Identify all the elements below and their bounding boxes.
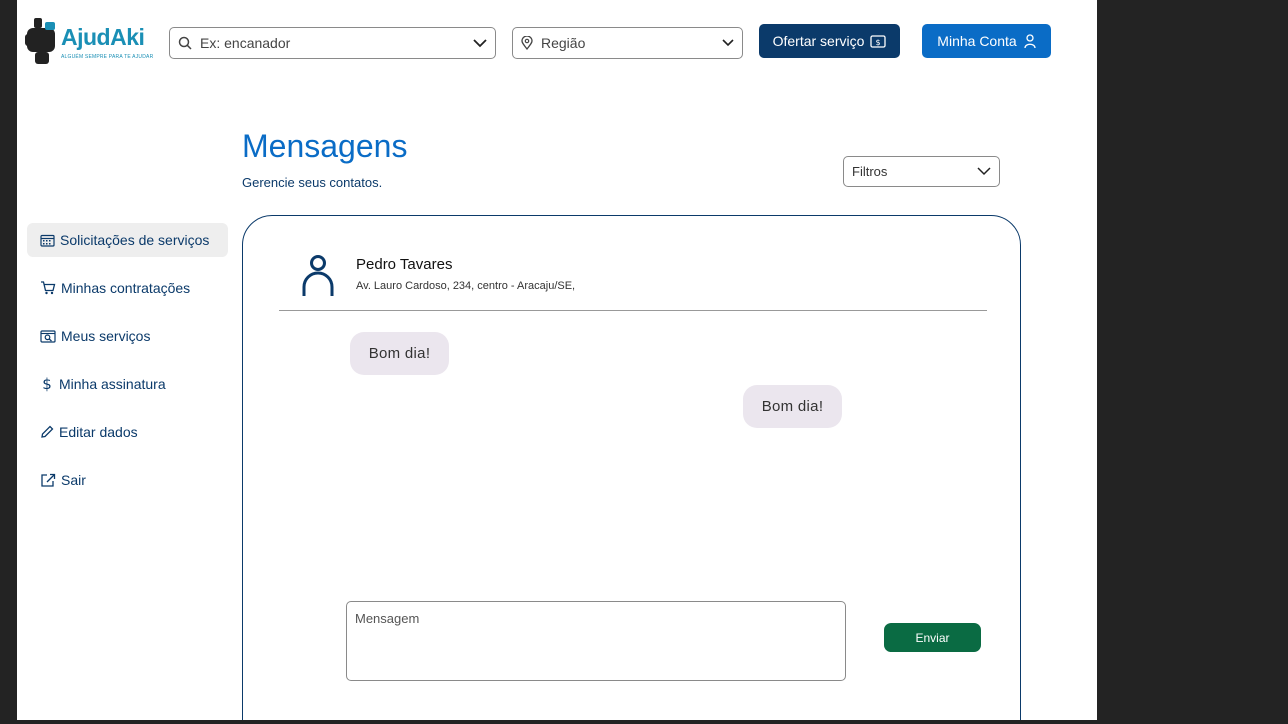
- search-input[interactable]: Ex: encanador: [169, 27, 496, 59]
- region-placeholder: Região: [541, 35, 586, 51]
- location-pin-icon: [521, 36, 533, 50]
- sidebar-item-logout[interactable]: Sair: [27, 463, 228, 497]
- sidebar-item-label: Minha assinatura: [59, 376, 166, 392]
- external-link-icon: [40, 473, 56, 488]
- filters-select[interactable]: Filtros: [843, 156, 1000, 187]
- svg-text:$: $: [876, 38, 881, 47]
- sidebar-item-label: Meus serviços: [61, 328, 151, 344]
- message-input[interactable]: Mensagem: [346, 601, 846, 681]
- sidebar-item-label: Solicitações de serviços: [60, 232, 210, 248]
- search-placeholder: Ex: encanador: [200, 35, 291, 51]
- offer-service-button[interactable]: Ofertar serviço $: [759, 24, 900, 58]
- send-button[interactable]: Enviar: [884, 623, 981, 652]
- my-account-label: Minha Conta: [937, 33, 1017, 49]
- sidebar-item-label: Minhas contratações: [61, 280, 191, 296]
- sidebar-item-my-services[interactable]: Meus serviços: [27, 319, 228, 353]
- logo-tagline: ALGUÉM SEMPRE PARA TE AJUDAR: [61, 54, 154, 60]
- sidebar-item-my-subscription[interactable]: $ Minha assinatura: [27, 367, 228, 401]
- logo[interactable]: AjudAki ALGUÉM SEMPRE PARA TE AJUDAR: [25, 16, 155, 66]
- chevron-down-icon: [977, 167, 991, 176]
- message-bubble-sent: Bom dia!: [743, 385, 842, 428]
- svg-text:$: $: [42, 376, 52, 392]
- sidebar-item-label: Editar dados: [59, 424, 138, 440]
- app-page: AjudAki ALGUÉM SEMPRE PARA TE AJUDAR Ex:…: [17, 0, 1097, 720]
- sidebar-item-label: Sair: [61, 472, 86, 488]
- filters-label: Filtros: [852, 164, 888, 179]
- region-select[interactable]: Região: [512, 27, 743, 59]
- chevron-down-icon[interactable]: [722, 39, 734, 47]
- search-icon: [178, 36, 192, 50]
- sidebar-item-service-requests[interactable]: Solicitações de serviços: [27, 223, 228, 257]
- page-subtitle: Gerencie seus contatos.: [242, 175, 383, 190]
- logo-hand-icon: [25, 18, 55, 64]
- contact-avatar-icon: [302, 255, 334, 296]
- chevron-down-icon[interactable]: [473, 38, 487, 48]
- cart-icon: [40, 281, 56, 295]
- my-account-button[interactable]: Minha Conta: [922, 24, 1051, 58]
- logo-text: AjudAki: [61, 24, 145, 50]
- offer-service-label: Ofertar serviço: [772, 33, 865, 49]
- page-title: Mensagens: [242, 128, 408, 164]
- message-bubble-received: Bom dia!: [350, 332, 449, 375]
- contact-address: Av. Lauro Cardoso, 234, centro - Aracaju…: [356, 280, 576, 292]
- ticket-icon: $: [870, 34, 887, 48]
- calendar-icon: [40, 234, 55, 247]
- divider: [279, 310, 987, 311]
- sidebar: Solicitações de serviços Minhas contrata…: [27, 223, 228, 511]
- sidebar-item-edit-data[interactable]: Editar dados: [27, 415, 228, 449]
- user-icon: [1024, 33, 1036, 49]
- sidebar-item-my-hirings[interactable]: Minhas contratações: [27, 271, 228, 305]
- message-placeholder: Mensagem: [355, 611, 420, 626]
- pencil-icon: [40, 425, 54, 439]
- search-window-icon: [40, 329, 56, 343]
- dollar-icon: $: [40, 376, 54, 392]
- contact-name: Pedro Tavares: [356, 256, 453, 273]
